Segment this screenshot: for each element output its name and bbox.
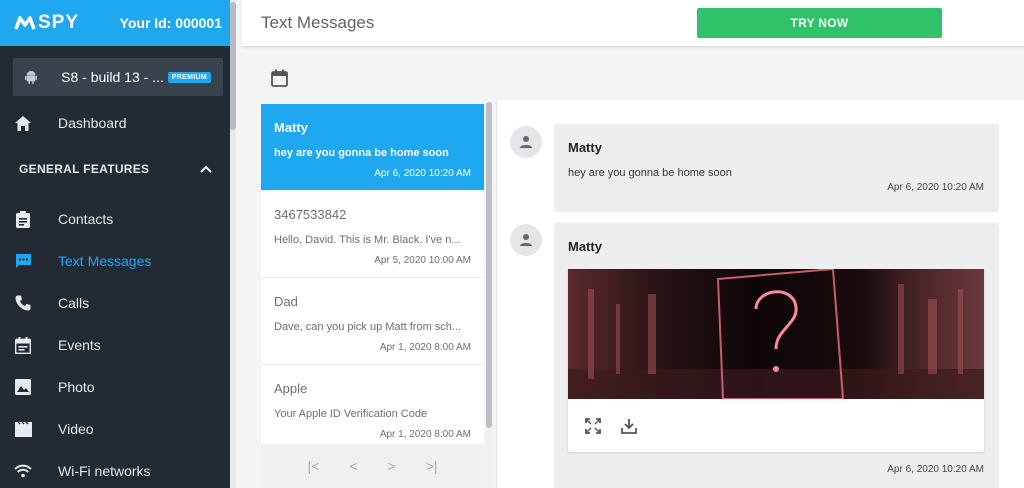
sidebar-item-label: Events <box>58 337 101 353</box>
conversation-item[interactable]: Matty hey are you gonna be home soon Apr… <box>261 104 484 191</box>
events-icon <box>14 336 32 354</box>
sidebar-item-label: Wi-Fi networks <box>58 463 151 479</box>
sidebar-item-photo[interactable]: Photo <box>0 366 236 408</box>
top-bar: Text Messages TRY NOW <box>242 0 1024 47</box>
chevron-up-icon <box>200 165 212 173</box>
prev-page-button[interactable]: < <box>349 458 357 474</box>
message-pane: Matty hey are you gonna be home soon Apr… <box>497 100 1024 488</box>
conversation-list: Matty hey are you gonna be home soon Apr… <box>261 104 484 488</box>
sidebar-item-label: Video <box>58 421 94 437</box>
home-icon <box>14 114 32 132</box>
next-page-button[interactable]: > <box>388 458 396 474</box>
sidebar-item-contacts[interactable]: Contacts <box>0 198 236 240</box>
premium-badge: PREMIUM <box>167 71 211 83</box>
conversation-preview: Dave, can you pick up Matt from sch... <box>274 321 462 333</box>
message-sender: Matty <box>568 140 602 155</box>
try-now-button[interactable]: TRY NOW <box>697 8 942 38</box>
conversation-date: Apr 1, 2020 8:00 AM <box>379 342 471 353</box>
conversation-name: Matty <box>274 120 308 135</box>
photo-icon <box>14 378 32 396</box>
attachment-photo[interactable] <box>568 269 984 399</box>
conversation-date: Apr 1, 2020 8:00 AM <box>379 429 471 440</box>
video-icon <box>14 420 32 438</box>
download-icon[interactable] <box>621 418 637 434</box>
conversation-preview: Hello, David. This is Mr. Black. I've n.… <box>274 234 461 246</box>
conversation-item[interactable]: Apple Your Apple ID Verification Code Ap… <box>261 365 484 452</box>
conversation-name: Dad <box>274 294 298 309</box>
message-sender: Matty <box>568 239 602 254</box>
sidebar-item-label: Contacts <box>58 211 114 227</box>
calendar-icon[interactable] <box>271 69 288 92</box>
message-date: Apr 6, 2020 10:20 AM <box>887 182 984 193</box>
first-page-button[interactable]: |< <box>308 458 320 474</box>
logo-text: SPY <box>38 12 80 33</box>
conversation-name: 3467533842 <box>274 207 347 222</box>
conversation-preview: Your Apple ID Verification Code <box>274 408 428 420</box>
sidebar-item-label: Dashboard <box>58 115 127 131</box>
message-text: hey are you gonna be home soon <box>568 167 732 179</box>
sidebar-item-text-messages[interactable]: Text Messages <box>0 240 236 282</box>
conversation-scrollbar[interactable] <box>485 102 493 488</box>
conversation-date: Apr 5, 2020 10:00 AM <box>374 255 471 266</box>
sidebar-item-label: Photo <box>58 379 95 395</box>
conversation-item[interactable]: Dad Dave, can you pick up Matt from sch.… <box>261 278 484 365</box>
section-general-features[interactable]: GENERAL FEATURES <box>0 144 236 194</box>
conversation-name: Apple <box>274 381 308 396</box>
conversation-date: Apr 6, 2020 10:20 AM <box>374 168 471 179</box>
sidebar-header: SPY Your Id: 000001 <box>0 0 236 46</box>
conversation-item[interactable]: 3467533842 Hello, David. This is Mr. Bla… <box>261 191 484 278</box>
device-name: S8 - build 13 - ... <box>61 69 164 85</box>
avatar <box>510 126 542 158</box>
message-bubble: Matty Apr 6, 2020 10:20 AM <box>555 223 998 488</box>
sidebar-item-calls[interactable]: Calls <box>0 282 236 324</box>
sidebar: SPY Your Id: 000001 S8 - build 13 - ... … <box>0 0 236 488</box>
mspy-logo-icon <box>14 16 36 30</box>
image-attachment <box>568 269 984 452</box>
sidebar-item-dashboard[interactable]: Dashboard <box>0 102 236 144</box>
sidebar-scroll-thumb[interactable] <box>230 2 236 130</box>
last-page-button[interactable]: >| <box>426 458 438 474</box>
wifi-icon <box>14 462 32 480</box>
sidebar-item-label: Text Messages <box>58 253 152 269</box>
person-icon <box>520 234 532 246</box>
android-icon <box>25 70 38 84</box>
conversation-preview: hey are you gonna be home soon <box>274 147 449 159</box>
contacts-icon <box>14 210 32 228</box>
page-title: Text Messages <box>261 13 375 32</box>
logo[interactable]: SPY <box>14 12 79 34</box>
avatar <box>510 224 542 256</box>
message-bubble: Matty hey are you gonna be home soon Apr… <box>555 124 998 210</box>
sidebar-item-label: Calls <box>58 295 90 311</box>
phone-icon <box>14 294 32 312</box>
section-title: GENERAL FEATURES <box>19 162 150 176</box>
toolbar <box>242 57 1024 97</box>
chat-icon <box>14 252 32 270</box>
user-id: Your Id: 000001 <box>119 15 222 31</box>
sidebar-item-wifi-networks[interactable]: Wi-Fi networks <box>0 450 236 488</box>
sidebar-item-events[interactable]: Events <box>0 324 236 366</box>
sidebar-scrollbar[interactable] <box>230 0 236 488</box>
image-actions <box>568 399 984 452</box>
fullscreen-icon[interactable] <box>585 417 601 434</box>
device-selector[interactable]: S8 - build 13 - ... PREMIUM <box>13 58 223 96</box>
sidebar-item-video[interactable]: Video <box>0 408 236 450</box>
message-date: Apr 6, 2020 10:20 AM <box>887 464 984 475</box>
person-icon <box>520 136 532 148</box>
pagination: |< < > >| <box>261 444 484 488</box>
conversation-scroll-thumb[interactable] <box>486 102 492 428</box>
